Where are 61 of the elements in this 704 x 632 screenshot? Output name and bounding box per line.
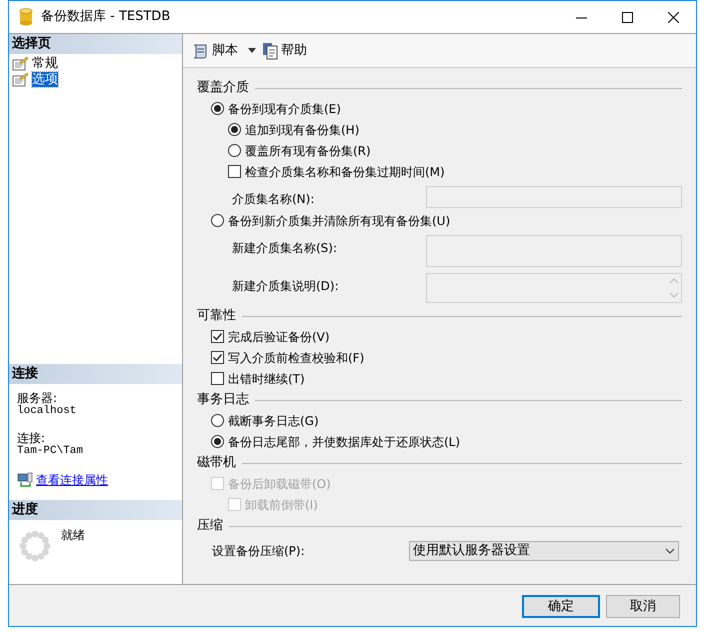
document-icon bbox=[262, 42, 278, 60]
radio-button[interactable] bbox=[211, 414, 224, 427]
checkbox[interactable] bbox=[211, 372, 224, 385]
radio-button[interactable] bbox=[211, 102, 224, 115]
radio-label: 备份到现有介质集(E) bbox=[228, 100, 341, 118]
radio-label: 覆盖所有现有备份集(R) bbox=[245, 142, 371, 160]
server-label: 服务器: bbox=[17, 392, 58, 405]
checkbox[interactable] bbox=[211, 330, 224, 343]
chevron-down-icon bbox=[665, 548, 675, 554]
field-label: 设置备份压缩(P): bbox=[212, 543, 305, 560]
group-title: 事务日志 bbox=[197, 391, 249, 410]
cancel-button[interactable]: 取消 bbox=[606, 595, 680, 618]
compression-dropdown[interactable]: 使用默认服务器设置 bbox=[409, 541, 679, 561]
group-title: 压缩 bbox=[197, 517, 223, 536]
connection-properties-link[interactable]: 查看连接属性 bbox=[36, 471, 108, 489]
maximize-icon bbox=[622, 12, 632, 22]
server-value: localhost bbox=[17, 405, 78, 417]
checkbox-label: 检查介质集名称和备份集过期时间(M) bbox=[245, 164, 445, 180]
database-icon bbox=[19, 8, 33, 26]
radio-label: 截断事务日志(G) bbox=[228, 412, 319, 430]
radio-button[interactable] bbox=[228, 123, 241, 136]
progress-status: 就绪 bbox=[61, 527, 85, 544]
scroll-icon bbox=[191, 42, 209, 60]
window-title: 备份数据库 - TESTDB bbox=[41, 8, 170, 26]
field-label: 新建介质集说明(D): bbox=[232, 278, 339, 295]
spinner-icon bbox=[19, 530, 51, 562]
group-title: 磁带机 bbox=[197, 454, 236, 472]
ok-button[interactable]: 确定 bbox=[522, 595, 600, 618]
connection-value: Tam-PC\Tam bbox=[17, 445, 84, 457]
script-button[interactable]: 脚本 bbox=[212, 40, 238, 60]
radio-label: 备份到新介质集并清除所有现有备份集(U) bbox=[228, 212, 450, 230]
field-label: 新建介质集名称(S): bbox=[232, 240, 338, 257]
group-title: 覆盖介质 bbox=[197, 79, 249, 98]
section-header: 选择页 bbox=[9, 34, 182, 54]
checkbox-label: 出错时继续(T) bbox=[228, 370, 305, 388]
field-label: 介质集名称(N): bbox=[232, 191, 314, 208]
radio-label: 备份日志尾部，并使数据库处于还原状态(L) bbox=[228, 434, 460, 450]
radio-button[interactable] bbox=[211, 435, 224, 448]
input-field[interactable] bbox=[426, 186, 682, 208]
checkbox[interactable] bbox=[211, 351, 224, 364]
checkbox-label: 卸载前倒带(I) bbox=[245, 496, 318, 514]
radio-label: 追加到现有备份集(H) bbox=[245, 122, 360, 138]
checkbox[interactable] bbox=[228, 165, 241, 178]
computer-icon bbox=[17, 472, 33, 488]
checkbox-label: 写入介质前检查校验和(F) bbox=[228, 350, 364, 366]
help-button[interactable]: 帮助 bbox=[281, 40, 307, 60]
checkbox-label: 备份后卸载磁带(O) bbox=[228, 476, 331, 492]
checkbox-label: 完成后验证备份(V) bbox=[228, 328, 330, 346]
page-item[interactable]: 选项 bbox=[32, 72, 58, 86]
connection-label: 连接: bbox=[17, 432, 46, 445]
page-icon bbox=[12, 72, 29, 86]
radio-button[interactable] bbox=[228, 144, 241, 157]
input-field[interactable] bbox=[426, 235, 682, 267]
page-icon bbox=[12, 56, 29, 70]
page-item[interactable]: 常规 bbox=[32, 56, 58, 70]
radio-button[interactable] bbox=[211, 214, 224, 227]
close-icon bbox=[668, 12, 678, 22]
section-header: 进度 bbox=[9, 500, 182, 520]
dropdown-caret-icon[interactable] bbox=[248, 48, 256, 53]
group-title: 可靠性 bbox=[197, 307, 236, 326]
section-header: 连接 bbox=[9, 364, 182, 384]
